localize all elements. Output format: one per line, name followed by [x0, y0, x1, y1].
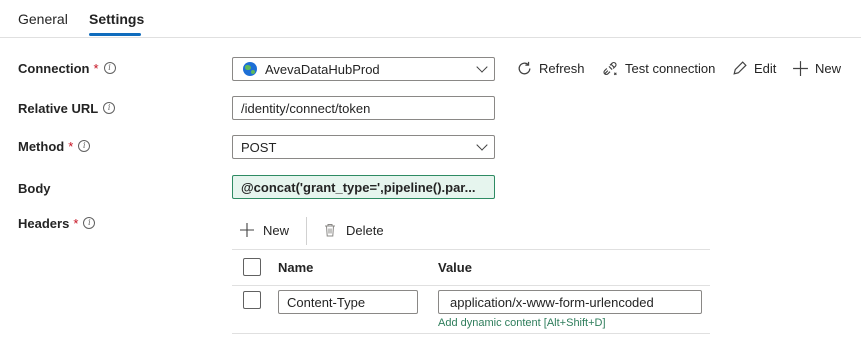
tab-general[interactable]: General: [18, 11, 68, 27]
select-all-checkbox[interactable]: [243, 258, 261, 276]
refresh-label: Refresh: [539, 61, 585, 76]
globe-icon: [243, 62, 257, 76]
relative-url-label-text: Relative URL: [18, 101, 99, 116]
column-header-name: Name: [278, 260, 314, 275]
header-value-input[interactable]: application/x-www-form-urlencoded: [438, 290, 702, 314]
header-name-value: Content-Type: [287, 295, 366, 310]
info-icon[interactable]: i: [103, 102, 116, 114]
relative-url-label: Relative URL i: [18, 101, 116, 116]
tab-bar: General Settings: [0, 0, 861, 38]
info-icon[interactable]: i: [103, 62, 116, 74]
edit-button[interactable]: Edit: [731, 60, 776, 77]
info-icon[interactable]: i: [83, 217, 96, 229]
required-marker: *: [93, 61, 99, 76]
table-top-border: [232, 249, 710, 250]
method-select[interactable]: POST: [232, 135, 495, 159]
delete-header-label: Delete: [346, 222, 384, 238]
relative-url-value: /identity/connect/token: [241, 101, 371, 116]
edit-label: Edit: [754, 61, 777, 76]
table-bottom-border: [232, 333, 710, 334]
required-marker: *: [73, 216, 79, 231]
delete-header-button[interactable]: Delete: [322, 222, 384, 238]
table-header-border: [232, 285, 710, 286]
add-dynamic-content-link[interactable]: Add dynamic content [Alt+Shift+D]: [438, 317, 606, 329]
required-marker: *: [68, 139, 74, 154]
connection-label: Connection * i: [18, 61, 116, 76]
header-name-input[interactable]: Content-Type: [278, 290, 418, 314]
refresh-button[interactable]: Refresh: [516, 60, 585, 77]
add-header-button[interactable]: New: [239, 222, 289, 238]
refresh-icon: [518, 61, 531, 75]
body-label: Body: [18, 181, 51, 196]
test-connection-button[interactable]: Test connection: [601, 60, 715, 77]
plus-icon: [793, 61, 808, 76]
method-label-text: Method: [18, 139, 65, 154]
plug-icon: [603, 62, 617, 76]
headers-label-text: Headers: [18, 216, 70, 231]
method-label: Method * i: [18, 139, 91, 154]
header-value-value: application/x-www-form-urlencoded: [450, 295, 654, 310]
column-header-value: Value: [438, 260, 472, 275]
plus-icon: [240, 223, 254, 237]
info-icon[interactable]: i: [78, 140, 91, 152]
row-checkbox[interactable]: [243, 291, 261, 309]
body-label-text: Body: [18, 181, 51, 196]
body-input[interactable]: @concat('grant_type=',pipeline().par...: [232, 175, 495, 199]
add-header-label: New: [263, 222, 290, 238]
test-connection-label: Test connection: [625, 61, 716, 76]
tab-settings[interactable]: Settings: [89, 11, 144, 27]
relative-url-input[interactable]: /identity/connect/token: [232, 96, 495, 120]
connection-select[interactable]: AvevaDataHubProd: [232, 57, 495, 81]
new-connection-label: New: [815, 61, 842, 76]
active-tab-indicator: [89, 33, 141, 36]
body-value: @concat('grant_type=',pipeline().par...: [241, 180, 476, 195]
method-value: POST: [241, 140, 277, 155]
connection-value: AvevaDataHubProd: [265, 62, 380, 77]
trash-icon: [325, 224, 335, 237]
pencil-icon: [733, 61, 747, 75]
headers-label: Headers * i: [18, 216, 96, 231]
new-connection-button[interactable]: New: [792, 60, 841, 77]
chevron-down-icon: [476, 139, 488, 151]
connection-label-text: Connection: [18, 61, 90, 76]
toolbar-divider: [306, 217, 307, 245]
chevron-down-icon: [476, 61, 488, 73]
